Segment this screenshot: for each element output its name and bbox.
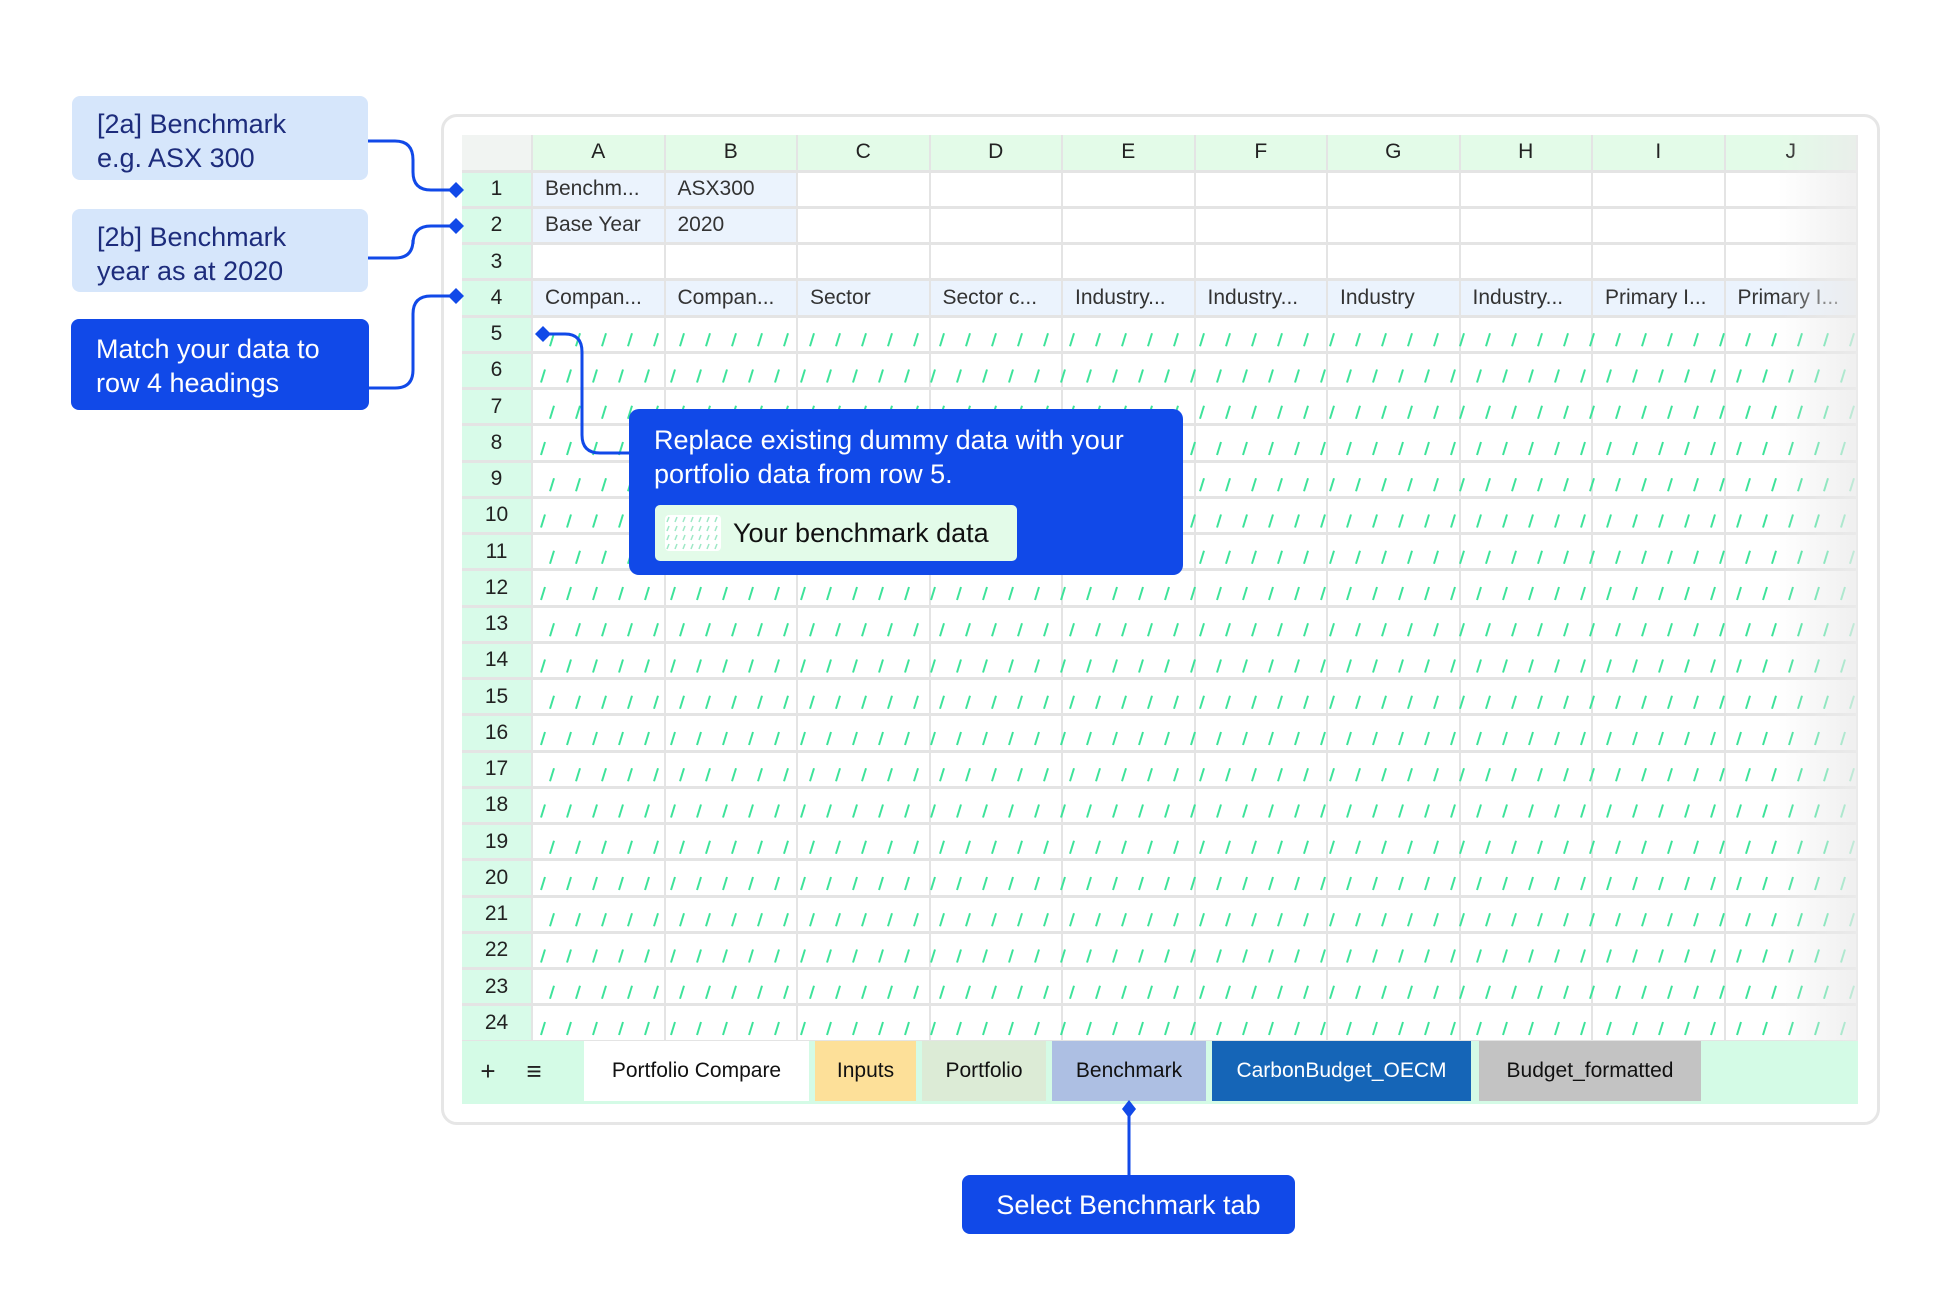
note-replace-data: Replace existing dummy data with your po… <box>629 409 1183 575</box>
diamond-marker <box>448 182 464 198</box>
note-select-benchmark-tab: Select Benchmark tab <box>962 1175 1295 1234</box>
note-line: Replace existing dummy data with your <box>654 425 1124 455</box>
note-line: Match your data to <box>96 334 320 364</box>
note-line: year as at 2020 <box>97 256 284 286</box>
diamond-marker <box>448 288 464 304</box>
legend-chip: Your benchmark data <box>655 505 1017 561</box>
note-match-headings: Match your data to row 4 headings <box>71 319 369 410</box>
diamond-marker <box>1122 1100 1136 1118</box>
note-benchmark-2a: [2a] Benchmark e.g. ASX 300 <box>72 96 368 180</box>
diamond-marker <box>535 326 551 342</box>
note-line: Select Benchmark tab <box>996 1189 1261 1220</box>
legend-label: Your benchmark data <box>733 518 989 548</box>
note-benchmark-2b: [2b] Benchmark year as at 2020 <box>72 209 368 292</box>
connector-lines <box>367 139 1136 1175</box>
diamond-marker <box>448 218 464 234</box>
note-line: [2a] Benchmark <box>97 109 287 139</box>
note-line: [2b] Benchmark <box>97 222 287 252</box>
note-line: row 4 headings <box>96 368 280 398</box>
hatch-swatch <box>665 515 721 551</box>
note-line: portfolio data from row 5. <box>654 459 953 489</box>
note-line: e.g. ASX 300 <box>97 143 255 173</box>
